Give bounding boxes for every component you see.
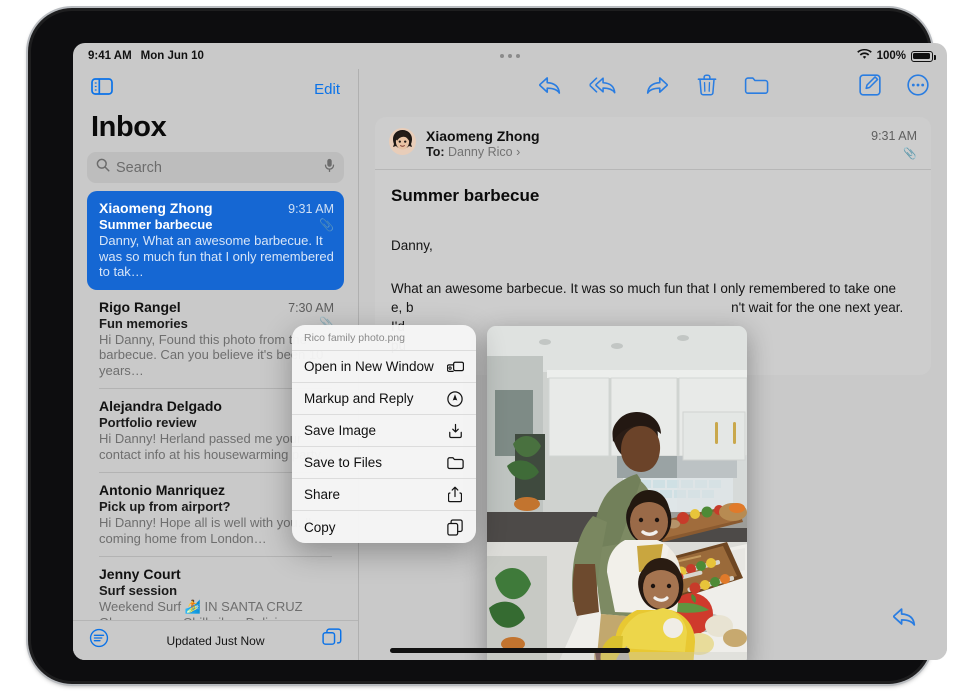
forward-icon[interactable]	[646, 75, 670, 100]
list-item[interactable]: Xiaomeng Zhong 9:31 AM Summer barbecue 📎 Dan…	[87, 191, 344, 290]
markup-icon	[446, 390, 464, 407]
message-subject: Surf session	[99, 583, 178, 598]
reply-all-icon[interactable]	[589, 75, 618, 100]
context-menu-item-open-in-new-window[interactable]: Open in New Window	[292, 351, 476, 383]
paperclip-icon: 📎	[903, 148, 917, 160]
ipad-device: 9:41 AM Mon Jun 10 100% Edit Inbox Searc…	[28, 8, 947, 684]
filter-icon[interactable]	[89, 628, 109, 653]
folder-icon	[446, 456, 464, 470]
message-sender: Antonio Manriquez	[99, 482, 225, 498]
attachment-context-menu: Rico family photo.png Open in New Window…	[292, 325, 476, 543]
share-icon	[446, 486, 464, 503]
rico-family-photo[interactable]	[487, 326, 747, 660]
context-menu-item-share[interactable]: Share	[292, 479, 476, 511]
detail-toolbar-right	[859, 74, 929, 101]
copy-icon	[446, 518, 464, 536]
compose-icon[interactable]	[859, 74, 881, 101]
message-time: 9:31 AM	[288, 202, 334, 216]
sender-name: Xiaomeng Zhong	[426, 128, 540, 144]
context-menu-item-label: Save Image	[304, 423, 377, 438]
message-subject: Summer barbecue	[99, 217, 213, 232]
context-menu-items: Open in New Window Markup and Reply Save I…	[292, 351, 476, 543]
home-indicator	[390, 648, 630, 653]
edit-button[interactable]: Edit	[314, 81, 340, 98]
sidebar-toggle-icon[interactable]	[91, 78, 113, 100]
body-line-1: What an awesome barbecue. It was so much…	[391, 281, 897, 296]
sender-avatar	[389, 128, 416, 155]
message-time: 7:30 AM	[288, 300, 334, 315]
update-status: Updated Just Now	[166, 633, 265, 648]
reply-icon[interactable]	[538, 75, 562, 100]
chevron-right-icon: ›	[516, 145, 521, 159]
context-menu-item-label: Markup and Reply	[304, 391, 414, 406]
message-subject: Summer barbecue	[391, 186, 540, 205]
more-ellipsis-icon[interactable]	[907, 74, 929, 101]
context-menu-item-copy[interactable]: Copy	[292, 511, 476, 543]
battery-percent: 100%	[876, 50, 906, 62]
to-label: To:	[426, 145, 445, 159]
context-menu-item-label: Open in New Window	[304, 359, 434, 374]
wifi-icon	[856, 48, 872, 63]
detail-toolbar-actions	[538, 74, 769, 101]
message-subject: Fun memories	[99, 315, 188, 331]
status-bar: 9:41 AM Mon Jun 10 100%	[73, 43, 947, 69]
save-image-icon	[446, 423, 464, 439]
new-window-icon	[446, 359, 464, 374]
body-line-2-start: e, b	[391, 300, 414, 315]
message-subject: Pick up from airport?	[99, 499, 231, 514]
message-sender: Rigo Rangel	[99, 298, 181, 315]
status-bar-right: 100%	[856, 48, 936, 63]
status-date: Mon Jun 10	[140, 50, 204, 62]
status-time: 9:41 AM	[88, 50, 132, 62]
context-menu-title: Rico family photo.png	[292, 325, 476, 351]
status-bar-left: 9:41 AM Mon Jun 10	[88, 50, 204, 62]
message-sender: Xiaomeng Zhong	[99, 200, 213, 216]
message-preview: Danny, What an awesome barbecue. It was …	[99, 233, 334, 279]
sidebar-bottom-bar: Updated Just Now	[73, 620, 358, 660]
reply-fab-button[interactable]	[891, 606, 917, 632]
context-menu-item-label: Share	[304, 487, 341, 502]
message-sender: Jenny Court	[99, 566, 181, 582]
context-menu-item-save-to-files[interactable]: Save to Files	[292, 447, 476, 479]
message-greeting: Danny,	[391, 238, 433, 253]
new-window-icon[interactable]	[322, 628, 342, 653]
context-menu-item-label: Copy	[304, 519, 336, 535]
ipad-screen: 9:41 AM Mon Jun 10 100% Edit Inbox Searc…	[73, 43, 947, 660]
message-time: 9:31 AM	[871, 129, 917, 143]
context-menu-item-save-image[interactable]: Save Image	[292, 415, 476, 447]
recipient-name: Danny Rico	[448, 145, 513, 159]
detail-toolbar	[359, 69, 947, 109]
search-placeholder: Search	[116, 159, 162, 176]
context-menu-item-markup-and-reply[interactable]: Markup and Reply	[292, 383, 476, 415]
battery-icon	[911, 50, 936, 62]
page-title: Inbox	[91, 111, 167, 143]
message-subject: Portfolio review	[99, 415, 197, 430]
recipient-line[interactable]: To: Danny Rico ›	[426, 145, 540, 159]
message-sender: Alejandra Delgado	[99, 398, 222, 414]
microphone-icon[interactable]	[324, 158, 335, 178]
search-icon	[96, 158, 110, 177]
multitasking-dots[interactable]	[500, 54, 520, 58]
trash-icon[interactable]	[697, 74, 717, 101]
sidebar-toolbar: Edit	[73, 69, 358, 109]
message-header: Xiaomeng Zhong To: Danny Rico › 9:31 AM …	[375, 117, 931, 170]
message-header-text: Xiaomeng Zhong To: Danny Rico ›	[426, 128, 540, 159]
folder-icon[interactable]	[744, 75, 769, 100]
context-menu-item-label: Save to Files	[304, 455, 383, 470]
paperclip-icon: 📎	[319, 217, 334, 232]
search-input[interactable]: Search	[87, 152, 344, 183]
